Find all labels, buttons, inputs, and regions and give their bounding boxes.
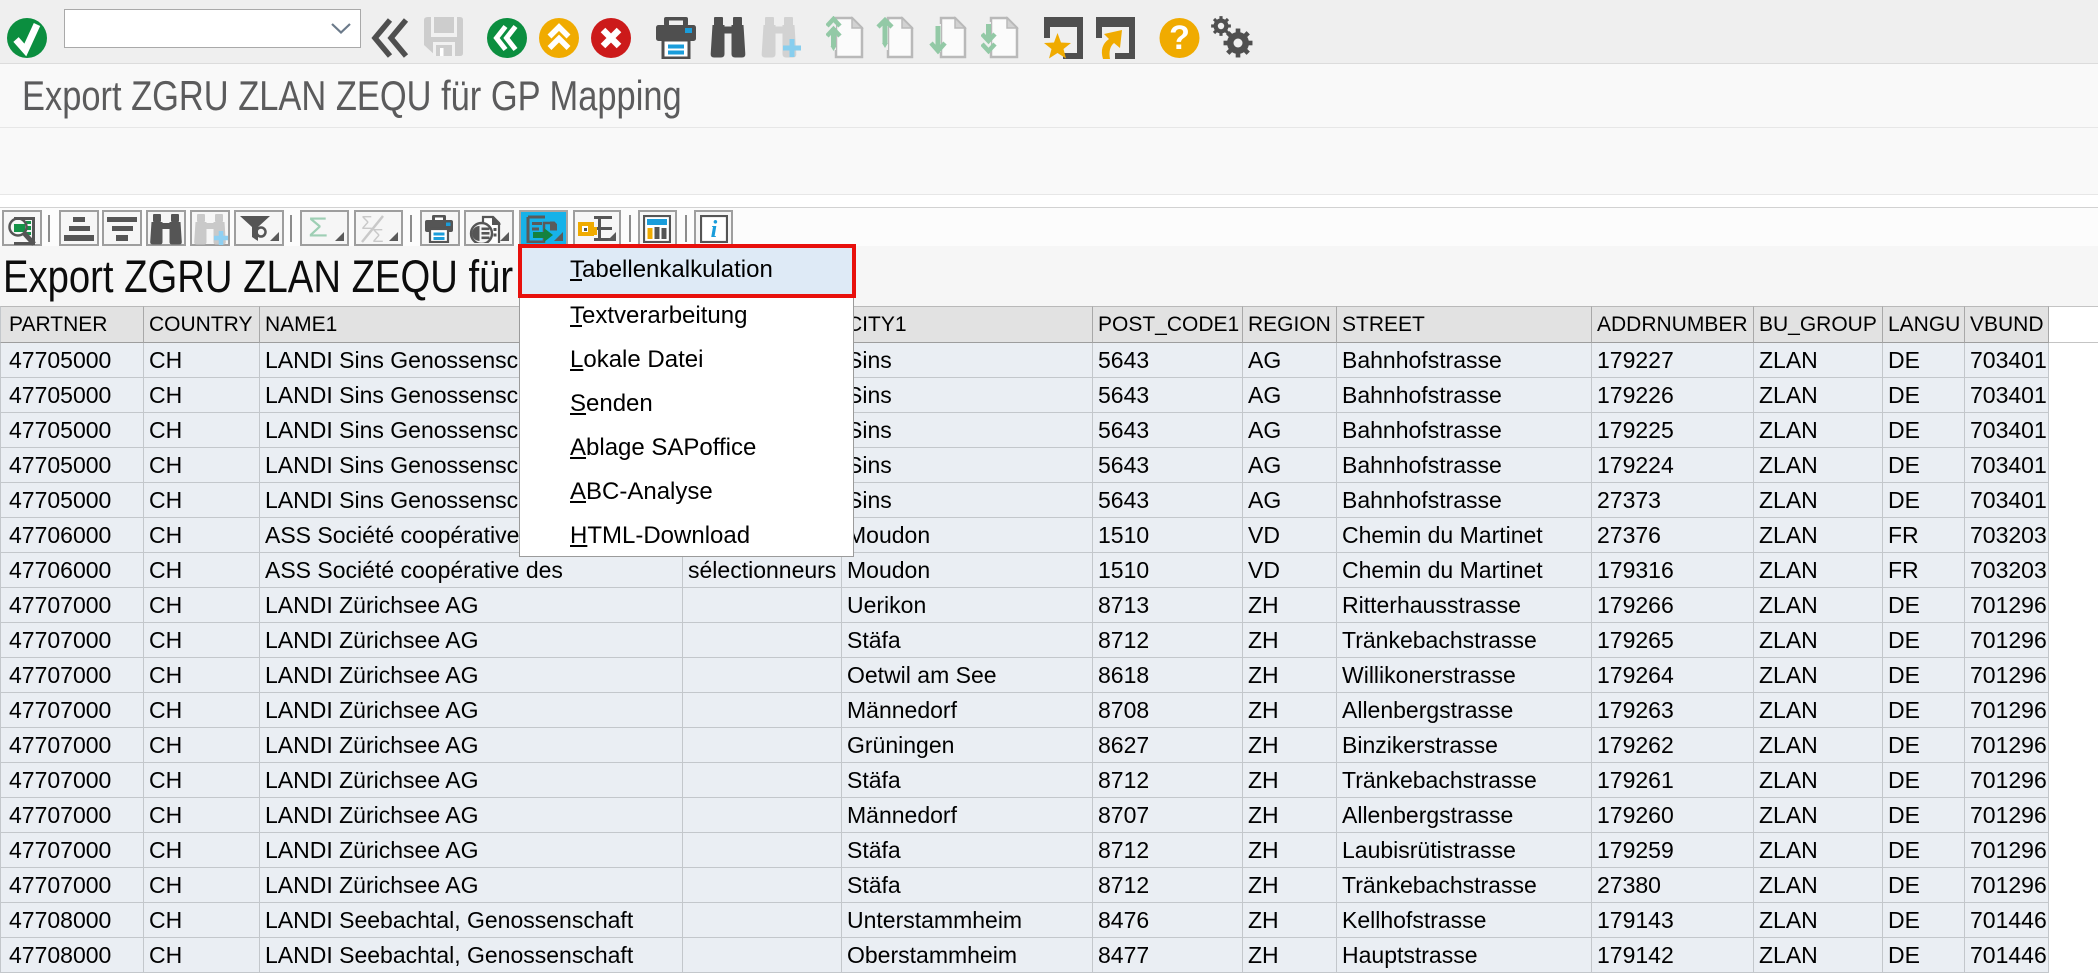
- svg-text:Σ: Σ: [308, 215, 328, 243]
- svg-text:Σ: Σ: [372, 226, 383, 243]
- svg-text:?: ?: [1169, 19, 1190, 57]
- svg-text:i: i: [711, 217, 718, 243]
